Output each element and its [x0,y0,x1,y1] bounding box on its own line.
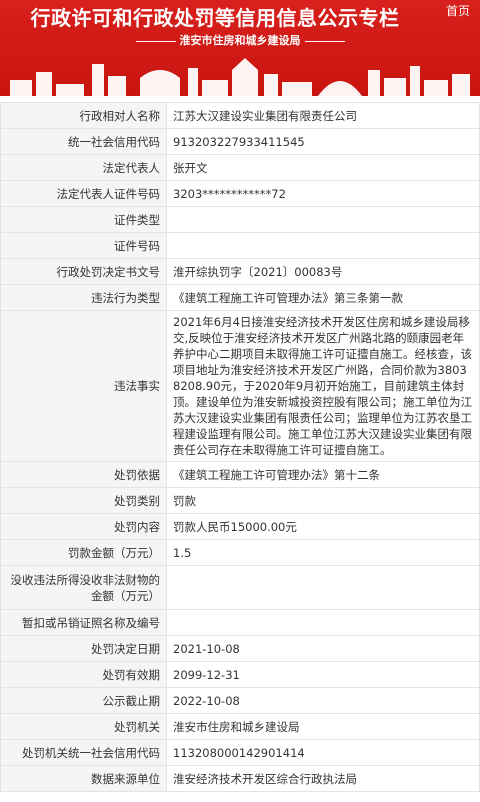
page-title: 行政许可和行政处罚等信用信息公示专栏 [30,6,400,30]
row-label: 没收违法所得没收非法财物的金额（万元） [0,565,167,610]
row-label: 证件类型 [0,206,167,233]
table-row: 处罚决定日期 2021-10-08 [0,635,480,662]
table-row: 处罚机关 淮安市住房和城乡建设局 [0,713,480,740]
row-label: 处罚决定日期 [0,635,167,662]
banner-subtitle: 淮安市住房和城乡建设局 [0,32,480,48]
table-row: 违法事实 2021年6月4日接淮安经济技术开发区住房和城乡建设局移交,反映位于淮… [0,310,480,462]
row-value: 113208000142901414 [166,739,480,766]
row-value [166,206,480,233]
row-label: 行政相对人名称 [0,102,167,129]
row-value: 3203************72 [166,180,480,207]
row-label: 统一社会信用代码 [0,128,167,155]
skyline-illustration [10,58,470,96]
table-row: 罚款金额（万元） 1.5 [0,539,480,566]
row-value: 913203227933411545 [166,128,480,155]
row-label: 处罚机关 [0,713,167,740]
row-value: 2021年6月4日接淮安经济技术开发区住房和城乡建设局移交,反映位于淮安经济技术… [166,310,480,462]
row-value [166,565,480,610]
table-row: 处罚类别 罚款 [0,487,480,514]
row-label: 处罚依据 [0,461,167,488]
row-label: 违法行为类型 [0,284,167,311]
row-label: 处罚内容 [0,513,167,540]
table-row: 行政处罚决定书文号 淮开综执罚字〔2021〕00083号 [0,258,480,285]
row-label: 法定代表人 [0,154,167,181]
row-value: 罚款人民币15000.00元 [166,513,480,540]
header-banner: 行政许可和行政处罚等信用信息公示专栏 首页 淮安市住房和城乡建设局 [0,0,480,96]
row-label: 数据来源单位 [0,765,167,792]
row-label: 处罚机关统一社会信用代码 [0,739,167,766]
row-value: 《建筑工程施工许可管理办法》第三条第一款 [166,284,480,311]
home-link[interactable]: 首页 [446,2,470,19]
row-value: 罚款 [166,487,480,514]
row-label: 行政处罚决定书文号 [0,258,167,285]
row-value: 淮开综执罚字〔2021〕00083号 [166,258,480,285]
row-value: 淮安经济技术开发区综合行政执法局 [166,765,480,792]
table-row: 违法行为类型 《建筑工程施工许可管理办法》第三条第一款 [0,284,480,311]
row-value: 2099-12-31 [166,661,480,688]
row-value: 《建筑工程施工许可管理办法》第十二条 [166,461,480,488]
table-row: 处罚有效期 2099-12-31 [0,661,480,688]
table-row: 暂扣或吊销证照名称及编号 [0,609,480,636]
table-row: 处罚依据 《建筑工程施工许可管理办法》第十二条 [0,461,480,488]
table-row: 数据来源单位 淮安经济技术开发区综合行政执法局 [0,765,480,792]
row-value: 2022-10-08 [166,687,480,714]
row-value: 2021-10-08 [166,635,480,662]
row-label: 罚款金额（万元） [0,539,167,566]
row-label: 违法事实 [0,310,167,462]
table-row: 处罚机关统一社会信用代码 113208000142901414 [0,739,480,766]
table-row: 法定代表人 张开文 [0,154,480,181]
divider-line [135,40,176,42]
table-row: 公示截止期 2022-10-08 [0,687,480,714]
row-label: 公示截止期 [0,687,167,714]
subtitle-text: 淮安市住房和城乡建设局 [179,34,301,47]
row-value: 张开文 [166,154,480,181]
row-label: 暂扣或吊销证照名称及编号 [0,609,167,636]
table-row: 行政相对人名称 江苏大汉建设实业集团有限责任公司 [0,102,480,129]
row-value: 1.5 [166,539,480,566]
row-label: 法定代表人证件号码 [0,180,167,207]
row-value [166,232,480,259]
table-row: 没收违法所得没收非法财物的金额（万元） [0,565,480,610]
row-value: 淮安市住房和城乡建设局 [166,713,480,740]
row-value: 江苏大汉建设实业集团有限责任公司 [166,102,480,129]
row-label: 处罚有效期 [0,661,167,688]
table-row: 证件号码 [0,232,480,259]
table-row: 证件类型 [0,206,480,233]
divider-line [304,40,345,42]
table-row: 法定代表人证件号码 3203************72 [0,180,480,207]
info-table: 行政相对人名称 江苏大汉建设实业集团有限责任公司 统一社会信用代码 913203… [0,102,480,792]
table-row: 处罚内容 罚款人民币15000.00元 [0,513,480,540]
row-label: 处罚类别 [0,487,167,514]
table-row: 统一社会信用代码 913203227933411545 [0,128,480,155]
row-value [166,609,480,636]
row-label: 证件号码 [0,232,167,259]
